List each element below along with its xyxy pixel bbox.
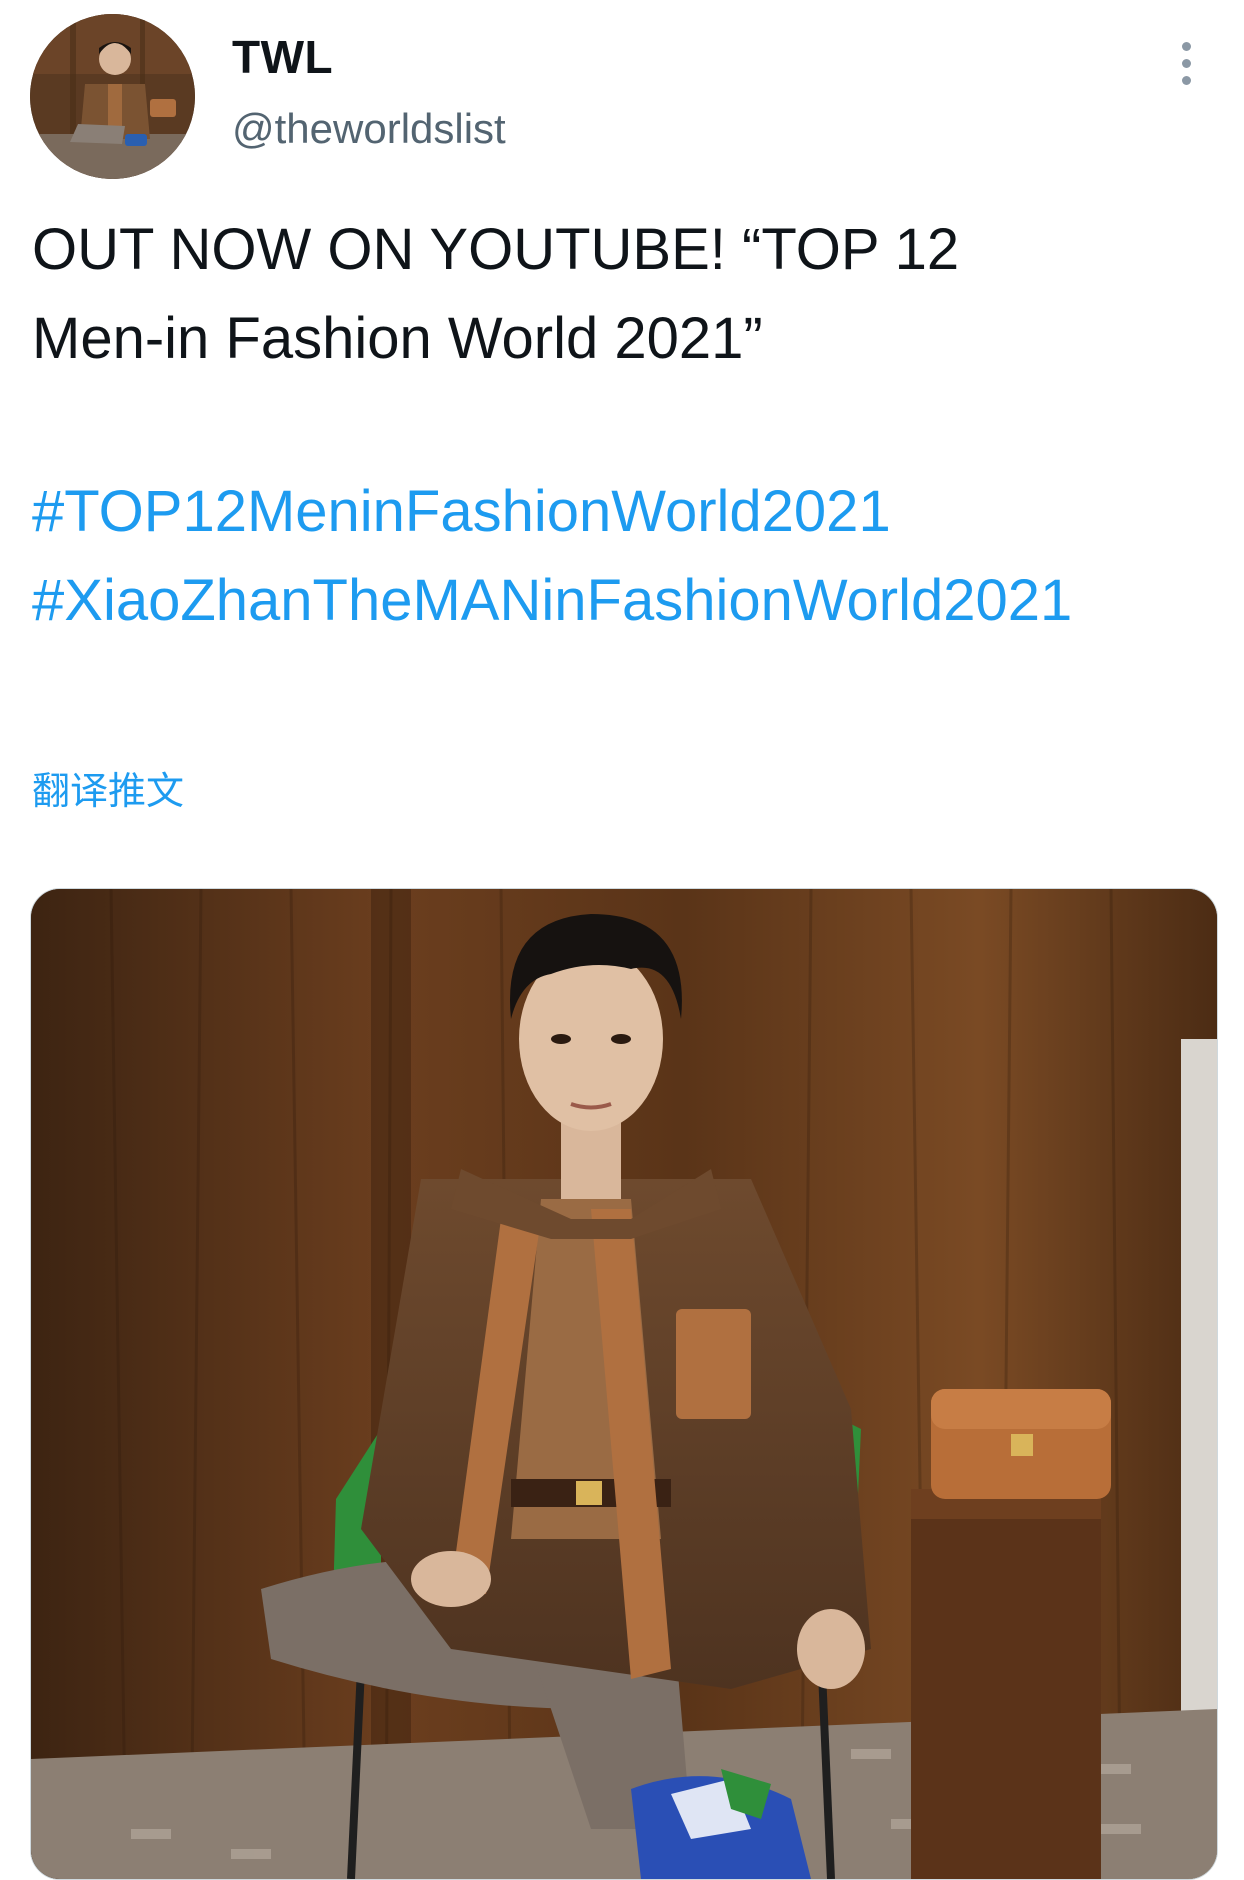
tweet-photo[interactable]	[30, 888, 1218, 1880]
translate-tweet-link[interactable]: 翻译推文	[32, 760, 184, 815]
avatar[interactable]	[30, 14, 195, 179]
tweet: TWL @theworldslist OUT NOW ON YOUTUBE! “…	[0, 0, 1244, 1880]
tweet-text-line: Men-in Fashion World 2021”	[32, 306, 763, 371]
user-handle[interactable]: @theworldslist	[232, 105, 506, 153]
hashtag-list: #TOP12MeninFashionWorld2021 #XiaoZhanThe…	[32, 467, 1212, 645]
tweet-text: OUT NOW ON YOUTUBE! “TOP 12 Men-in Fashi…	[32, 205, 1212, 383]
hashtag-link[interactable]: #XiaoZhanTheMANinFashionWorld2021	[32, 556, 1212, 645]
avatar-image	[30, 14, 195, 179]
display-name[interactable]: TWL	[232, 30, 333, 84]
more-options-icon[interactable]	[1168, 38, 1204, 88]
hashtag-link[interactable]: #TOP12MeninFashionWorld2021	[32, 467, 1212, 556]
photo-image	[31, 889, 1217, 1879]
tweet-text-line: OUT NOW ON YOUTUBE! “TOP 12	[32, 217, 960, 282]
